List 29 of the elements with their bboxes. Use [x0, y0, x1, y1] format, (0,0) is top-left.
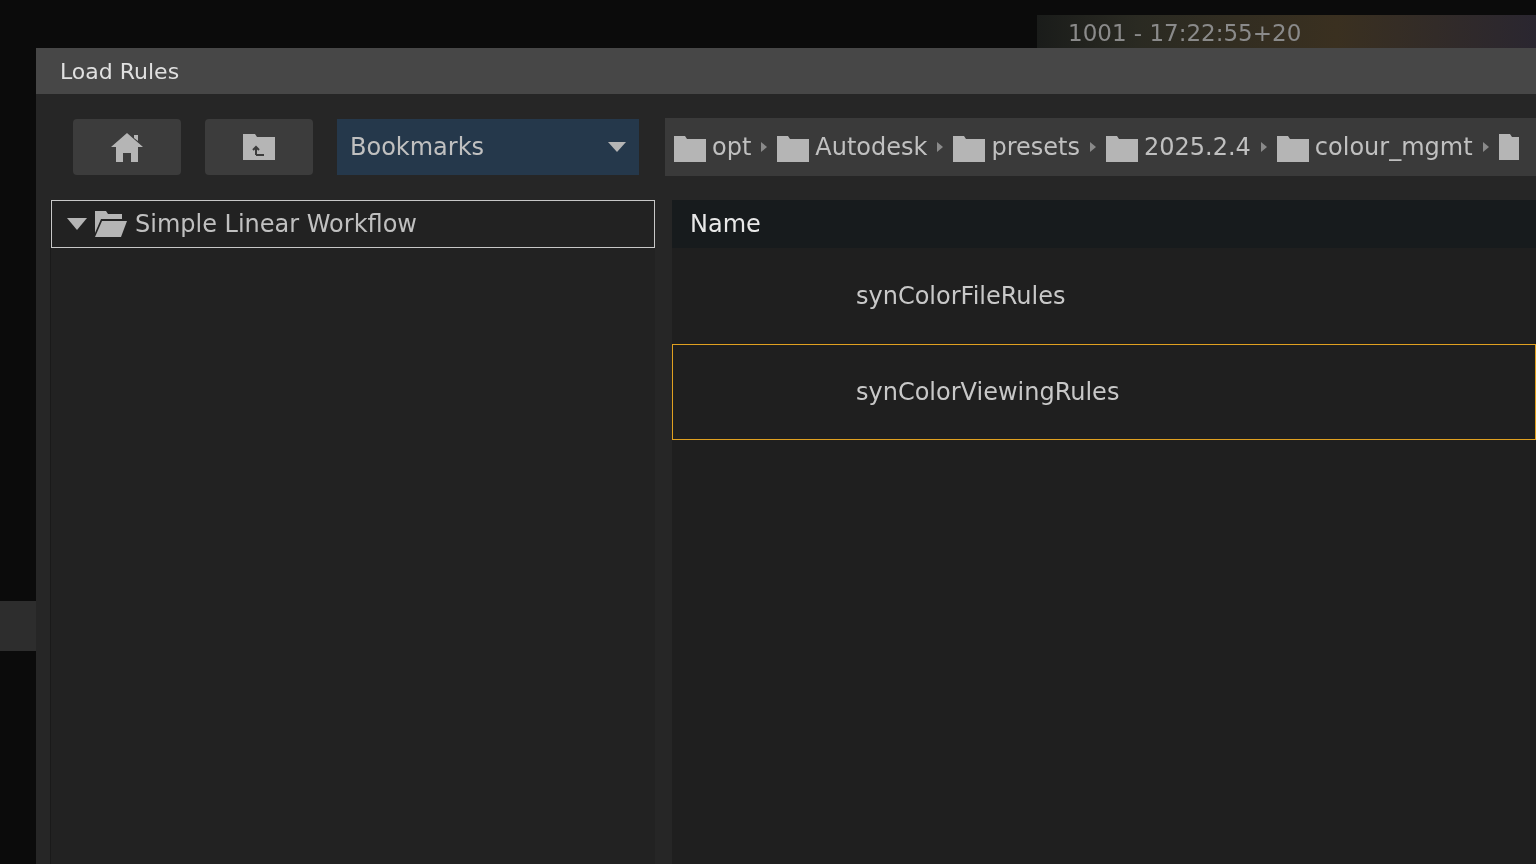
path-segment[interactable]: presets	[953, 132, 1080, 162]
folder-icon	[1498, 134, 1519, 160]
timecode: 1001 - 17:22:55+20	[1068, 19, 1302, 48]
window-title: Load Rules	[60, 57, 180, 86]
chevron-right-icon	[1260, 142, 1267, 152]
folder-icon	[674, 136, 706, 162]
bookmarks-dropdown[interactable]: Bookmarks	[337, 119, 639, 175]
parent-folder-button[interactable]	[205, 119, 313, 175]
path-segment[interactable]: 2025.2.4	[1106, 132, 1251, 162]
home-button[interactable]	[73, 119, 181, 175]
path-segment[interactable]: colour_mgmt	[1276, 132, 1473, 162]
folder-icon	[1276, 136, 1309, 162]
chevron-right-icon	[761, 142, 768, 152]
folder-icon	[953, 136, 986, 162]
file-row[interactable]: synColorViewingRules	[672, 344, 1536, 440]
chevron-right-icon	[1090, 142, 1096, 152]
column-header[interactable]: Name	[690, 206, 761, 242]
tree-item[interactable]: Simple Linear Workflow	[51, 200, 655, 248]
chevron-right-icon	[937, 142, 944, 152]
folder-up-icon	[242, 133, 276, 161]
open-folder-icon	[95, 211, 127, 237]
path-segment[interactable]: opt	[674, 132, 752, 162]
dropdown-caret-icon	[608, 142, 626, 152]
folder-icon	[777, 136, 810, 162]
chevron-right-icon	[1482, 142, 1489, 152]
file-row[interactable]: synColorFileRules	[672, 248, 1536, 344]
home-icon	[110, 131, 144, 163]
path-segment[interactable]: Autodesk	[777, 132, 928, 162]
folder-icon	[1106, 136, 1138, 162]
